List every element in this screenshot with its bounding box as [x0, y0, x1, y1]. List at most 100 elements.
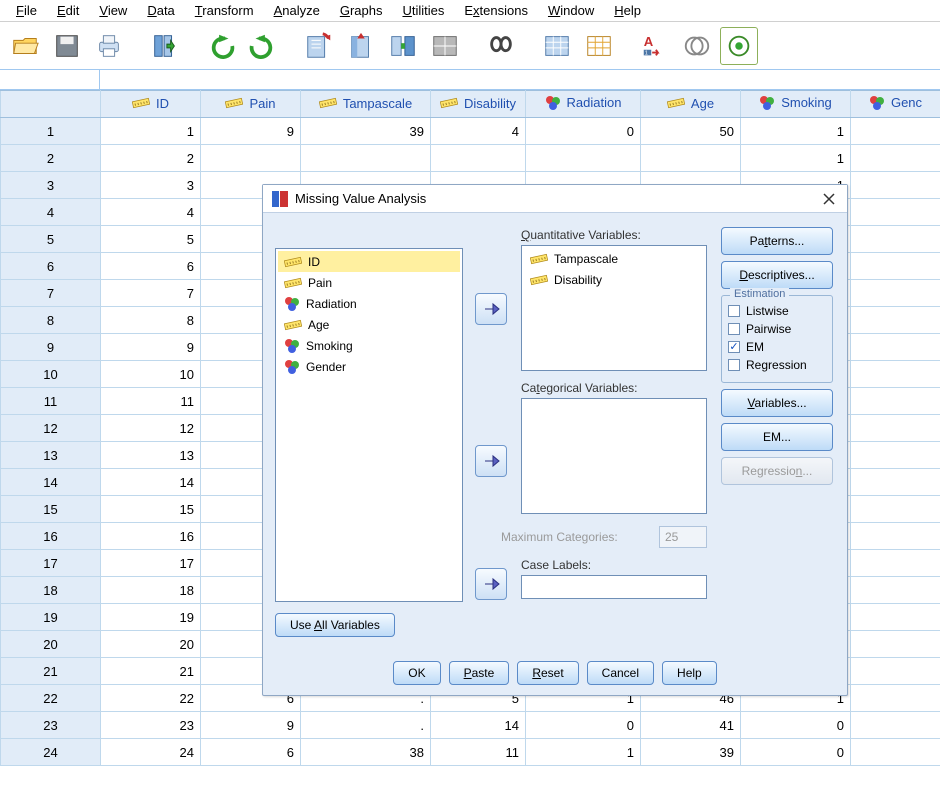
column-header-tampascale[interactable]: Tampascale — [301, 91, 431, 118]
cell[interactable] — [851, 658, 940, 685]
chk-em[interactable]: EM — [728, 338, 826, 356]
column-header-smoking[interactable]: Smoking — [741, 91, 851, 118]
cell[interactable]: 9 — [101, 334, 201, 361]
cell[interactable]: 20 — [101, 631, 201, 658]
column-header-age[interactable]: Age — [641, 91, 741, 118]
cell[interactable]: 13 — [101, 442, 201, 469]
row-header[interactable]: 16 — [1, 523, 101, 550]
cell[interactable] — [431, 145, 526, 172]
row-header[interactable]: 23 — [1, 712, 101, 739]
cell[interactable]: 39 — [641, 739, 741, 766]
row-header[interactable]: 10 — [1, 361, 101, 388]
cell[interactable] — [851, 685, 940, 712]
source-var-pain[interactable]: Pain — [278, 272, 460, 293]
cell[interactable]: 50 — [641, 118, 741, 145]
cell[interactable] — [851, 469, 940, 496]
cell[interactable] — [526, 145, 641, 172]
cell[interactable] — [851, 523, 940, 550]
column-header-pain[interactable]: Pain — [201, 91, 301, 118]
open-icon[interactable] — [6, 27, 44, 65]
menu-utilities[interactable]: Utilities — [392, 1, 454, 20]
cell[interactable] — [851, 739, 940, 766]
cell[interactable]: 24 — [101, 739, 201, 766]
recall-dialog-icon[interactable] — [146, 27, 184, 65]
row-header[interactable]: 12 — [1, 415, 101, 442]
cell[interactable]: . — [301, 712, 431, 739]
cell[interactable]: 2 — [101, 145, 201, 172]
cell[interactable]: 0 — [526, 118, 641, 145]
cell[interactable]: 14 — [431, 712, 526, 739]
cell[interactable]: 16 — [101, 523, 201, 550]
est-em-button[interactable]: EM... — [721, 423, 833, 451]
cell[interactable]: 12 — [101, 415, 201, 442]
cell[interactable]: 11 — [101, 388, 201, 415]
row-header[interactable]: 9 — [1, 334, 101, 361]
cell[interactable]: 17 — [101, 550, 201, 577]
cell[interactable]: 1 — [741, 145, 851, 172]
cell[interactable]: 4 — [431, 118, 526, 145]
cell[interactable]: 1 — [101, 118, 201, 145]
row-header[interactable]: 1 — [1, 118, 101, 145]
source-var-smoking[interactable]: Smoking — [278, 335, 460, 356]
menu-view[interactable]: View — [89, 1, 137, 20]
source-variable-list[interactable]: IDPainRadiationAgeSmokingGender — [275, 248, 463, 602]
cell[interactable]: 23 — [101, 712, 201, 739]
close-icon[interactable] — [819, 189, 839, 209]
cell[interactable] — [851, 280, 940, 307]
cell[interactable]: 22 — [101, 685, 201, 712]
row-header[interactable]: 17 — [1, 550, 101, 577]
cell[interactable] — [851, 253, 940, 280]
column-header-gender[interactable]: Genc — [851, 91, 940, 118]
cell[interactable]: 9 — [201, 712, 301, 739]
categorical-variables-list[interactable] — [521, 398, 707, 514]
row-header[interactable]: 22 — [1, 685, 101, 712]
cell[interactable]: 21 — [101, 658, 201, 685]
row-header[interactable]: 5 — [1, 226, 101, 253]
move-to-caselabels-button[interactable] — [475, 568, 507, 600]
reset-button[interactable]: Reset — [517, 661, 578, 685]
cell[interactable] — [851, 388, 940, 415]
cell[interactable]: 38 — [301, 739, 431, 766]
goto-case-icon[interactable] — [300, 27, 338, 65]
row-header[interactable]: 18 — [1, 577, 101, 604]
cell[interactable]: 1 — [741, 118, 851, 145]
source-var-id[interactable]: ID — [278, 251, 460, 272]
cell[interactable] — [851, 604, 940, 631]
cell[interactable] — [851, 361, 940, 388]
column-header-id[interactable]: ID — [101, 91, 201, 118]
menu-edit[interactable]: Edit — [47, 1, 89, 20]
dialog-titlebar[interactable]: Missing Value Analysis — [263, 185, 847, 213]
use-all-variables-button[interactable]: Use All Variables — [275, 613, 395, 637]
cell[interactable] — [641, 145, 741, 172]
undo-icon[interactable] — [202, 27, 240, 65]
weight-cases-icon[interactable] — [580, 27, 618, 65]
cell[interactable] — [851, 442, 940, 469]
cell[interactable]: 0 — [526, 712, 641, 739]
cell[interactable]: 3 — [101, 172, 201, 199]
cell[interactable] — [851, 118, 940, 145]
cell[interactable] — [851, 226, 940, 253]
row-header[interactable]: 8 — [1, 307, 101, 334]
split-file-icon[interactable] — [426, 27, 464, 65]
column-header-radiation[interactable]: Radiation — [526, 91, 641, 118]
cell[interactable] — [201, 145, 301, 172]
cell[interactable]: 5 — [101, 226, 201, 253]
print-icon[interactable] — [90, 27, 128, 65]
column-header-disability[interactable]: Disability — [431, 91, 526, 118]
row-header[interactable]: 20 — [1, 631, 101, 658]
cell[interactable] — [851, 145, 940, 172]
cell[interactable] — [851, 577, 940, 604]
cell-content[interactable] — [100, 70, 940, 89]
redo-icon[interactable] — [244, 27, 282, 65]
row-header[interactable]: 6 — [1, 253, 101, 280]
source-var-gender[interactable]: Gender — [278, 356, 460, 377]
cell[interactable] — [301, 145, 431, 172]
cell[interactable]: 9 — [201, 118, 301, 145]
source-var-age[interactable]: Age — [278, 314, 460, 335]
menu-extensions[interactable]: Extensions — [454, 1, 538, 20]
cell[interactable] — [851, 307, 940, 334]
cell[interactable] — [851, 550, 940, 577]
row-header[interactable]: 24 — [1, 739, 101, 766]
descriptives-button[interactable]: Descriptives... — [721, 261, 833, 289]
cell[interactable]: 1 — [526, 739, 641, 766]
